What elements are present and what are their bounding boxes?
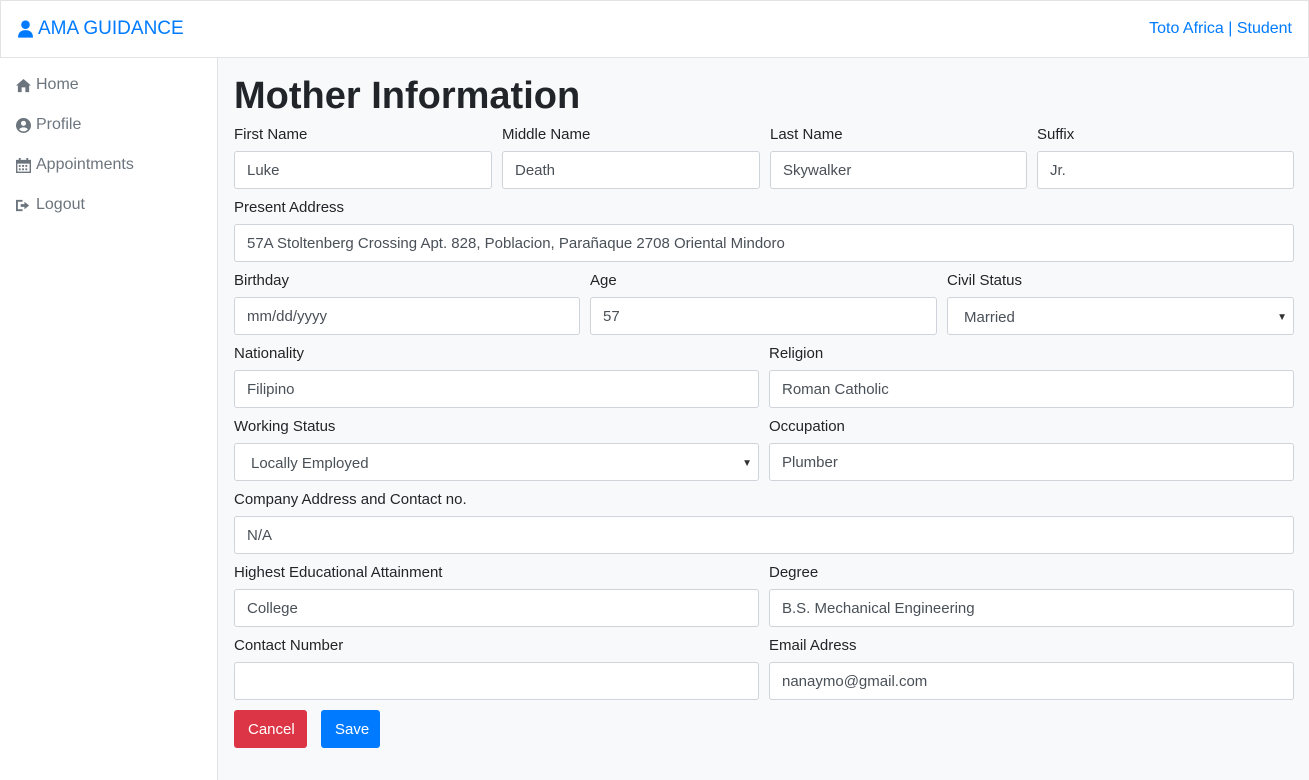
last-name-field[interactable] bbox=[770, 151, 1027, 189]
civil-status-label: Civil Status bbox=[947, 272, 1023, 289]
degree-label: Degree bbox=[769, 564, 819, 581]
calendar-icon bbox=[16, 157, 31, 173]
brand-link[interactable]: AMA GUIDANCE bbox=[18, 18, 184, 40]
sidebar: Home Profile Appointments Logout bbox=[0, 58, 218, 780]
civil-status-select[interactable]: Married ▼ bbox=[947, 297, 1294, 335]
age-label: Age bbox=[590, 272, 617, 289]
caret-down-icon: ▼ bbox=[742, 458, 752, 469]
present-address-field[interactable] bbox=[234, 224, 1294, 262]
sidebar-item-label: Logout bbox=[36, 196, 85, 213]
cancel-button[interactable]: Cancel bbox=[234, 710, 307, 748]
working-status-label: Working Status bbox=[234, 418, 336, 435]
sidebar-item-label: Home bbox=[36, 76, 79, 93]
brand-label: AMA GUIDANCE bbox=[38, 18, 184, 39]
civil-status-value: Married bbox=[964, 309, 1015, 326]
middle-name-label: Middle Name bbox=[502, 126, 591, 143]
present-address-label: Present Address bbox=[234, 199, 345, 216]
first-name-label: First Name bbox=[234, 126, 308, 143]
religion-field[interactable] bbox=[769, 370, 1294, 408]
degree-field[interactable] bbox=[769, 589, 1294, 627]
age-field[interactable] bbox=[590, 297, 937, 335]
page-title: Mother Information bbox=[234, 75, 581, 117]
company-address-field[interactable] bbox=[234, 516, 1294, 554]
sidebar-item-label: Profile bbox=[36, 116, 82, 133]
last-name-label: Last Name bbox=[770, 126, 843, 143]
sidebar-item-label: Appointments bbox=[36, 156, 134, 173]
nationality-field[interactable] bbox=[234, 370, 759, 408]
company-address-label: Company Address and Contact no. bbox=[234, 491, 467, 508]
contact-number-label: Contact Number bbox=[234, 637, 344, 654]
email-label: Email Adress bbox=[769, 637, 857, 654]
working-status-value: Locally Employed bbox=[251, 455, 369, 472]
suffix-field[interactable] bbox=[1037, 151, 1294, 189]
email-field[interactable] bbox=[769, 662, 1294, 700]
user-icon bbox=[18, 20, 33, 38]
top-navbar: AMA GUIDANCE Toto Africa | Student bbox=[0, 0, 1309, 58]
middle-name-field[interactable] bbox=[502, 151, 760, 189]
religion-label: Religion bbox=[769, 345, 824, 362]
sidebar-item-home[interactable]: Home bbox=[0, 65, 217, 105]
home-icon bbox=[16, 78, 31, 92]
first-name-field[interactable] bbox=[234, 151, 492, 189]
education-label: Highest Educational Attainment bbox=[234, 564, 443, 581]
education-field[interactable] bbox=[234, 589, 759, 627]
save-button[interactable]: Save bbox=[321, 710, 380, 748]
occupation-field[interactable] bbox=[769, 443, 1294, 481]
occupation-label: Occupation bbox=[769, 418, 845, 435]
birthday-label: Birthday bbox=[234, 272, 290, 289]
contact-number-field[interactable] bbox=[234, 662, 759, 700]
caret-down-icon: ▼ bbox=[1277, 312, 1287, 323]
working-status-select[interactable]: Locally Employed ▼ bbox=[234, 443, 759, 481]
sign-out-icon bbox=[16, 199, 30, 211]
sidebar-item-profile[interactable]: Profile bbox=[0, 105, 217, 145]
suffix-label: Suffix bbox=[1037, 126, 1075, 143]
sidebar-item-logout[interactable]: Logout bbox=[0, 185, 217, 225]
main-content: Mother Information First Name Middle Nam… bbox=[234, 58, 1294, 748]
birthday-field[interactable] bbox=[234, 297, 580, 335]
user-menu-link[interactable]: Toto Africa | Student bbox=[1149, 20, 1292, 38]
nationality-label: Nationality bbox=[234, 345, 305, 362]
sidebar-item-appointments[interactable]: Appointments bbox=[0, 145, 217, 185]
user-circle-icon bbox=[16, 117, 31, 133]
